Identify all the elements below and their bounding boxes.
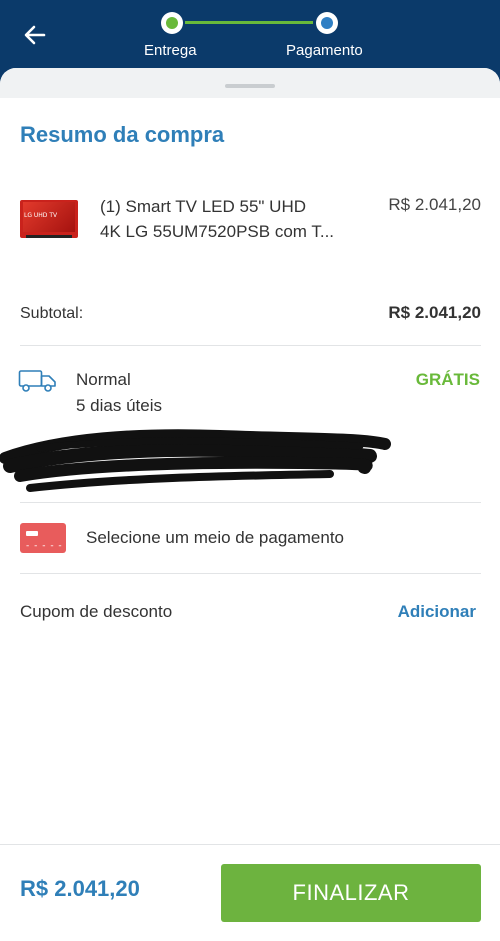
order-total: R$ 2.041,20: [20, 876, 140, 901]
drag-handle[interactable]: [225, 84, 275, 88]
shipping-type: Normal: [76, 370, 131, 389]
step-delivery-label: Entrega: [144, 42, 197, 59]
product-name: (1) Smart TV LED 55" UHD 4K LG 55UM7520P…: [100, 194, 362, 244]
product-price: R$ 2.041,20: [388, 195, 481, 214]
coupon-label: Cupom de desconto: [20, 602, 173, 621]
product-thumbnail-brand: LG UHD TV: [24, 212, 58, 219]
divider: [20, 502, 481, 503]
truck-icon: [18, 368, 58, 394]
subtotal-label: Subtotal:: [20, 305, 84, 322]
step-payment-indicator: [316, 12, 338, 34]
redacted-address: [0, 418, 400, 498]
step-delivery-indicator: [161, 12, 183, 34]
stepper-connector: [185, 21, 313, 24]
product-name-line2: 4K LG 55UM7520PSB com T...: [100, 222, 335, 241]
product-thumbnail: LG UHD TV: [20, 200, 78, 238]
sheet-header: [0, 68, 500, 98]
add-coupon-link[interactable]: Adicionar: [398, 602, 476, 622]
checkout-footer: R$ 2.041,20 FINALIZAR: [0, 844, 500, 941]
shipping-price: GRÁTIS: [415, 370, 480, 389]
credit-card-icon: - - - - -: [20, 523, 66, 553]
divider: [20, 345, 481, 346]
divider: [20, 573, 481, 574]
finalize-button[interactable]: FINALIZAR: [221, 864, 481, 922]
checkout-stepper: Entrega Pagamento: [0, 0, 500, 68]
step-payment-label: Pagamento: [286, 42, 363, 59]
top-bar: Entrega Pagamento: [0, 0, 500, 68]
shipping-time: 5 dias úteis: [76, 396, 162, 415]
product-name-line1: (1) Smart TV LED 55" UHD: [100, 197, 306, 216]
page-title: Resumo da compra: [20, 122, 225, 147]
checkout-sheet: Resumo da compra LG UHD TV (1) Smart TV …: [0, 68, 500, 941]
subtotal-value: R$ 2.041,20: [388, 303, 481, 322]
select-payment-method[interactable]: Selecione um meio de pagamento: [86, 528, 344, 548]
